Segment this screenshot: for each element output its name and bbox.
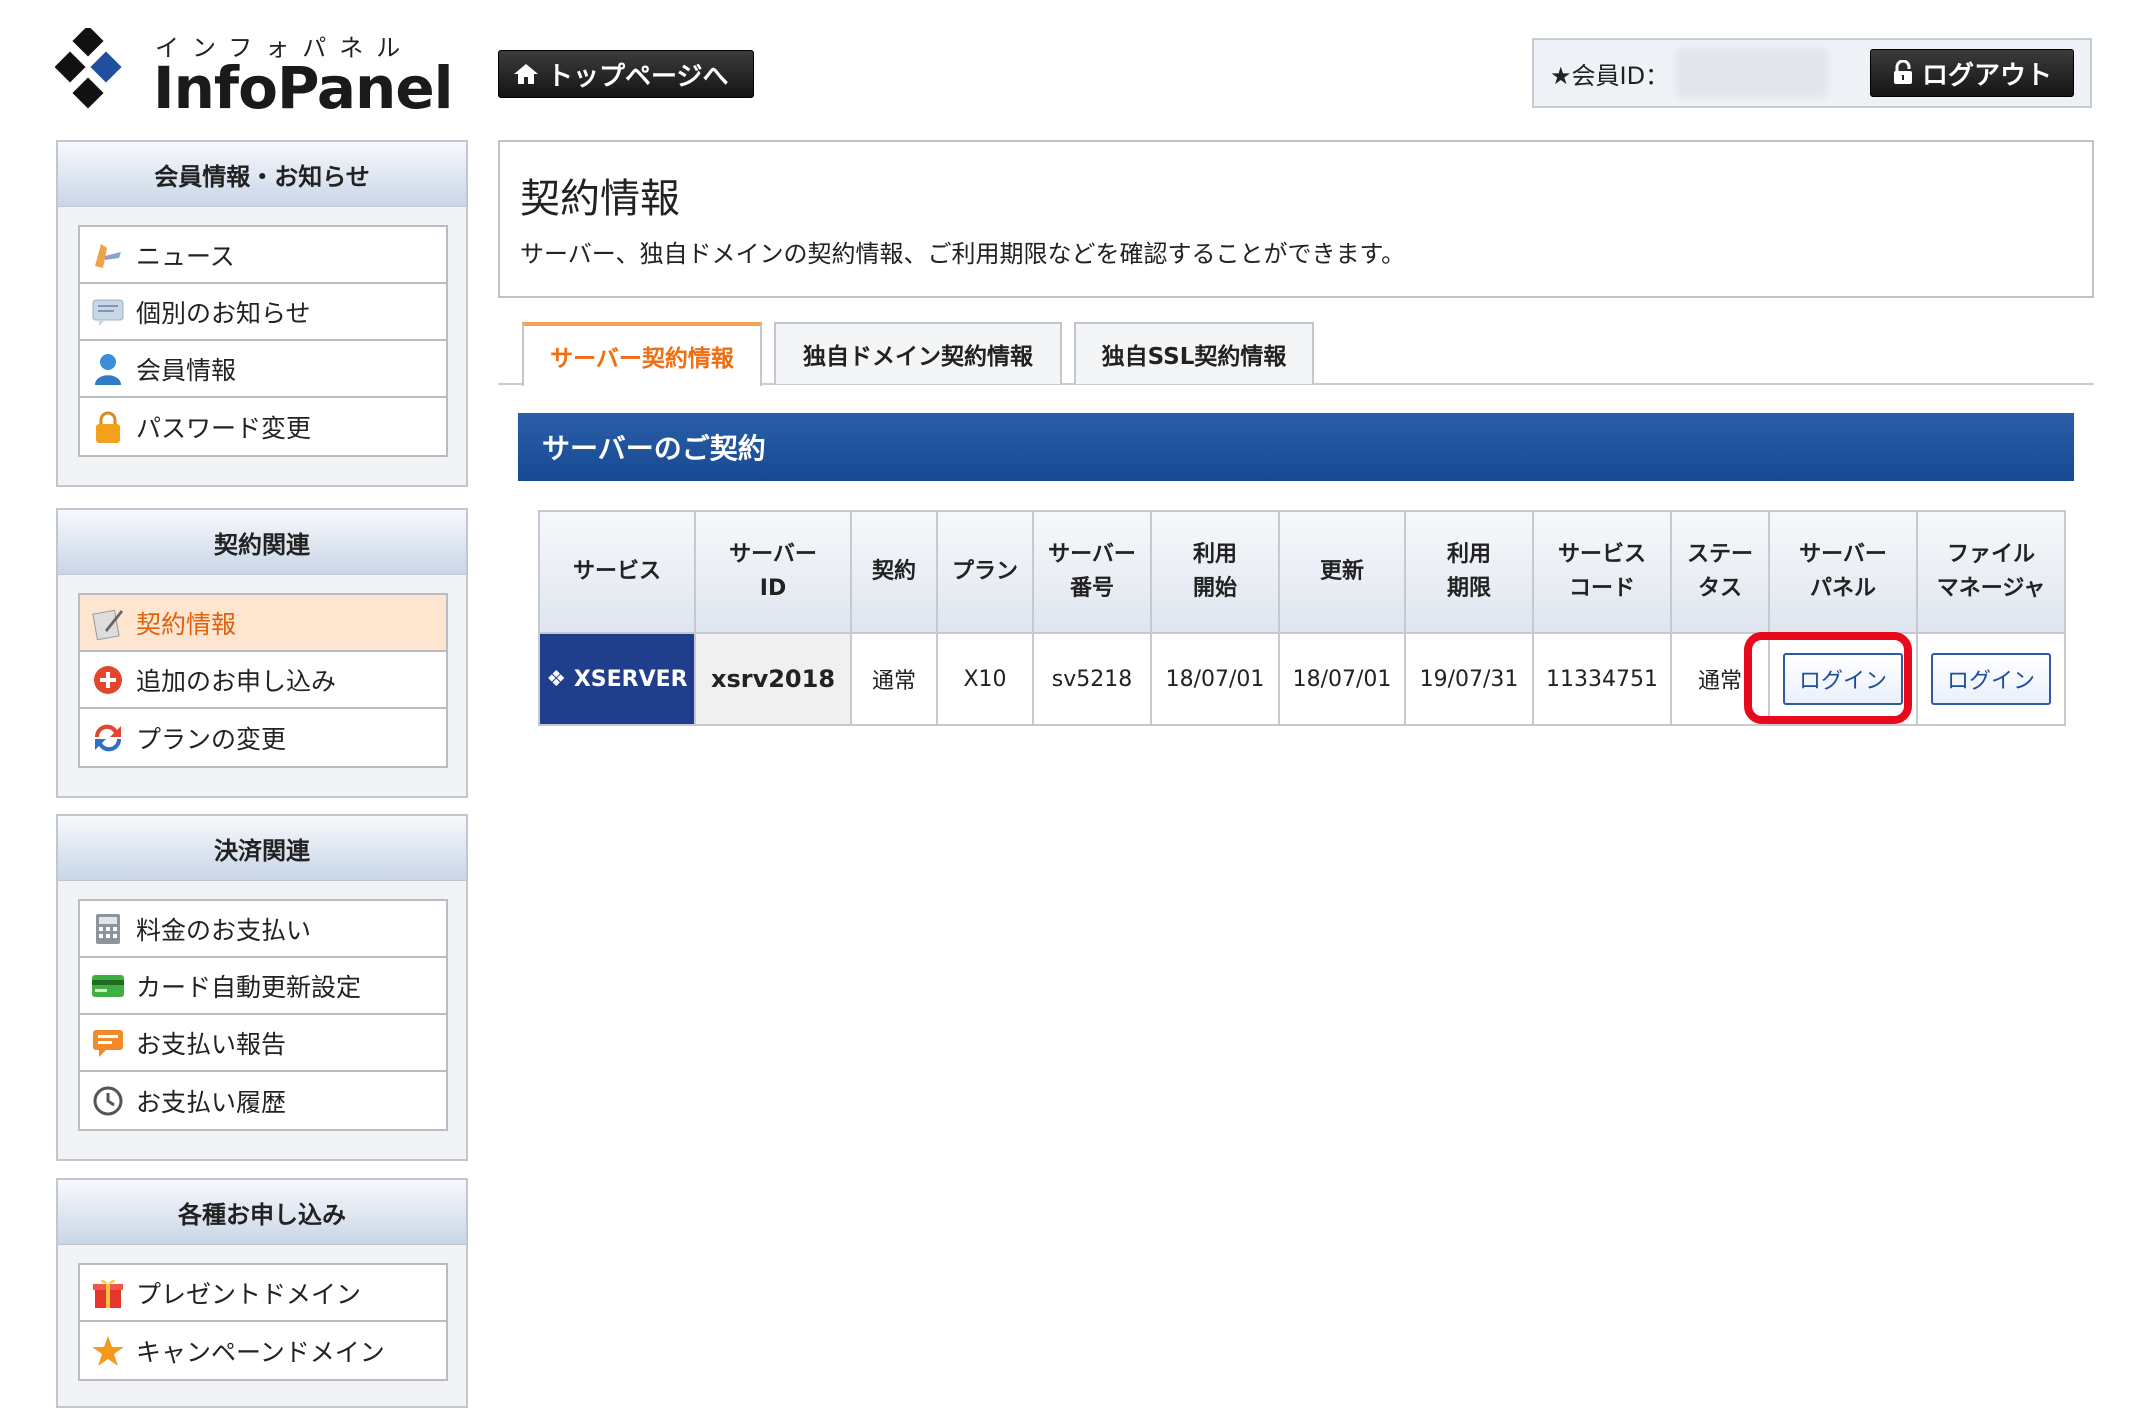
tab-server-contract[interactable]: サーバー契約情報: [522, 322, 762, 386]
logo-diamonds-icon: [55, 28, 122, 109]
cell-plan: X10: [936, 632, 1034, 726]
message-icon: [90, 294, 126, 330]
header-status: ステー タス: [1670, 510, 1770, 634]
sidebar-section-title: 会員情報・お知らせ: [58, 142, 466, 207]
section-title-bar: サーバーのご契約: [518, 413, 2074, 481]
sidebar-item-password-change[interactable]: パスワード変更: [80, 398, 446, 455]
sidebar-item-present-domain[interactable]: プレゼントドメイン: [80, 1265, 446, 1322]
sidebar-item-label: 会員情報: [136, 355, 237, 385]
user-icon: [90, 351, 126, 387]
header-contract: 契約: [850, 510, 938, 634]
calculator-icon: [90, 911, 126, 947]
sidebar-member-section: 会員情報・お知らせ ニュース 個別のお知らせ 会員情報 パスワード変更: [56, 140, 468, 487]
header-server-panel: サーバー パネル: [1768, 510, 1918, 634]
sidebar-item-news[interactable]: ニュース: [80, 227, 446, 284]
cell-server-id: xsrv2018: [694, 632, 852, 726]
refresh-icon: [90, 720, 126, 756]
cell-service-code: 11334751: [1532, 632, 1672, 726]
sidebar-contract-section: 契約関連 契約情報 追加のお申し込み プランの変更: [56, 508, 468, 798]
contract-icon: [90, 605, 126, 641]
header-file-manager: ファイル マネージャ: [1916, 510, 2066, 634]
news-icon: [90, 237, 126, 273]
cell-start-date: 18/07/01: [1150, 632, 1280, 726]
logout-label: ログアウト: [1921, 60, 2052, 91]
sidebar-item-label: 個別のお知らせ: [136, 298, 311, 328]
sidebar-item-card-auto-renewal[interactable]: カード自動更新設定: [80, 958, 446, 1015]
card-icon: [90, 968, 126, 1004]
infopanel-logo[interactable]: インフォパネル InfoPanel: [55, 28, 454, 128]
sidebar-item-label: 追加のお申し込み: [136, 666, 337, 696]
sidebar-item-label: キャンペーンドメイン: [136, 1337, 385, 1367]
page-title: 契約情報: [520, 176, 680, 222]
sidebar-payment-section: 決済関連 料金のお支払い カード自動更新設定 お支払い報告 お支払い履歴: [56, 814, 468, 1161]
cell-renewal: 18/07/01: [1278, 632, 1406, 726]
sidebar-item-pay-fees[interactable]: 料金のお支払い: [80, 901, 446, 958]
sidebar-section-title: 各種お申し込み: [58, 1180, 466, 1245]
sidebar-item-payment-report[interactable]: お支払い報告: [80, 1015, 446, 1072]
sidebar-item-payment-history[interactable]: お支払い履歴: [80, 1072, 446, 1129]
member-id-label: ★会員ID：: [1550, 61, 1670, 90]
sidebar-orders-section: 各種お申し込み プレゼントドメイン キャンペーンドメイン: [56, 1178, 468, 1408]
table-header-row: サービス サーバー ID 契約 プラン サーバー 番号 利用 開始 更新 利用 …: [538, 510, 2066, 634]
logo-name: InfoPanel: [153, 54, 454, 122]
header-start-date: 利用 開始: [1150, 510, 1280, 634]
header-service: サービス: [538, 510, 696, 634]
header-server-id: サーバー ID: [694, 510, 852, 634]
padlock-icon: [1893, 60, 1912, 84]
top-page-label: トップページへ: [547, 61, 729, 92]
report-icon: [90, 1025, 126, 1061]
sidebar-item-label: プレゼントドメイン: [136, 1279, 362, 1309]
header-renewal: 更新: [1278, 510, 1406, 634]
header-server-number: サーバー 番号: [1032, 510, 1152, 634]
cell-file-manager: ログイン: [1916, 632, 2066, 726]
xserver-diamond-icon: ❖: [546, 666, 567, 692]
sidebar-item-label: カード自動更新設定: [136, 972, 362, 1002]
logout-button[interactable]: ログアウト: [1870, 49, 2074, 97]
sidebar-item-label: お支払い報告: [136, 1029, 287, 1059]
sidebar-item-personal-notice[interactable]: 個別のお知らせ: [80, 284, 446, 341]
gift-icon: [90, 1275, 126, 1311]
top-page-button[interactable]: トップページへ: [498, 50, 754, 98]
service-name: XSERVER: [573, 666, 688, 692]
header-service-code: サービス コード: [1532, 510, 1672, 634]
sidebar-item-label: お支払い履歴: [136, 1087, 287, 1117]
sidebar-item-label: 契約情報: [136, 609, 237, 639]
sidebar-item-member-info[interactable]: 会員情報: [80, 341, 446, 398]
home-icon: [514, 64, 538, 84]
page-description: サーバー、独自ドメインの契約情報、ご利用期限などを確認することができます。: [520, 240, 1406, 268]
sidebar-item-label: パスワード変更: [136, 413, 312, 443]
tab-ssl-contract[interactable]: 独自SSL契約情報: [1074, 322, 1314, 384]
sidebar-section-title: 契約関連: [58, 510, 466, 575]
tab-domain-contract[interactable]: 独自ドメイン契約情報: [774, 322, 1062, 384]
clock-icon: [90, 1083, 126, 1119]
header-expiry: 利用 期限: [1404, 510, 1534, 634]
member-info-box: ★会員ID： ログアウト: [1532, 38, 2092, 108]
sidebar-item-campaign-domain[interactable]: キャンペーンドメイン: [80, 1322, 446, 1379]
lock-icon: [90, 409, 126, 445]
cell-server-number: sv5218: [1032, 632, 1152, 726]
cell-expiry: 19/07/31: [1404, 632, 1534, 726]
sidebar-section-title: 決済関連: [58, 816, 466, 881]
header-plan: プラン: [936, 510, 1034, 634]
sidebar-item-contract-info[interactable]: 契約情報: [80, 595, 446, 652]
highlight-box: [1744, 632, 1912, 724]
sidebar-item-label: 料金のお支払い: [136, 915, 312, 945]
sidebar-item-label: ニュース: [136, 241, 235, 271]
page-header-panel: 契約情報 サーバー、独自ドメインの契約情報、ご利用期限などを確認することができま…: [498, 140, 2094, 298]
plus-icon: [90, 662, 126, 698]
sidebar-item-additional-order[interactable]: 追加のお申し込み: [80, 652, 446, 709]
sidebar-item-plan-change[interactable]: プランの変更: [80, 709, 446, 766]
xserver-logo: ❖ XSERVER: [538, 632, 696, 726]
file-manager-login-button[interactable]: ログイン: [1930, 653, 2051, 705]
star-icon: [90, 1333, 126, 1369]
member-id-redacted: [1677, 48, 1828, 98]
cell-contract: 通常: [850, 632, 938, 726]
sidebar-item-label: プランの変更: [136, 724, 287, 754]
